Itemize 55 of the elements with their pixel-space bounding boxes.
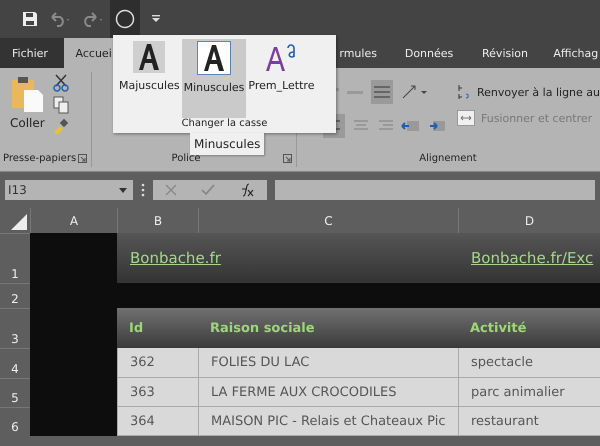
table-cell: LA FERME AUX CROCODILES (198, 378, 458, 407)
name-box[interactable]: I13 (5, 180, 133, 200)
launcher-icon[interactable] (78, 154, 87, 162)
table-header: Id (117, 308, 198, 348)
letter-a-icon (133, 41, 166, 73)
table-cell: 364 (117, 407, 198, 436)
ribbon-tab[interactable]: Révision (470, 38, 542, 68)
copy-icon (52, 96, 69, 114)
table-cell: FOLIES DU LAC (198, 348, 458, 378)
table-header: Raison sociale (198, 308, 458, 348)
table-cell: spectacle (458, 348, 600, 378)
link[interactable]: Bonbache.fr/Exc (471, 249, 594, 267)
table-cell: MAISON PIC - Relais et Chateaux Pic (198, 407, 458, 436)
link[interactable]: Bonbache.fr (130, 249, 221, 267)
launcher-icon[interactable] (283, 154, 292, 162)
corner-triangle-icon (11, 214, 27, 230)
group-label: Police (172, 152, 201, 164)
scissors-icon (52, 74, 69, 92)
clipboard-icon (10, 76, 44, 112)
table-cell: parc animalier (458, 378, 600, 407)
align-bottom-icon (374, 86, 390, 98)
menu-item[interactable]: Prem_Lettre (246, 39, 316, 118)
enter-icon[interactable] (201, 184, 215, 196)
align-bottom-button[interactable] (371, 80, 393, 104)
wrap-text-icon (457, 84, 471, 100)
letter-a-icon (196, 41, 231, 75)
brush-icon (52, 118, 69, 134)
formula-field[interactable] (275, 180, 595, 200)
merge-icon (457, 110, 475, 126)
orientation-icon[interactable] (401, 84, 429, 100)
increase-indent-icon[interactable] (427, 120, 445, 132)
circle-icon (115, 9, 135, 29)
dropdown-icon (151, 14, 161, 24)
tooltip: Minuscules (190, 133, 264, 155)
table-cell: restaurant (458, 407, 600, 436)
group-label: Alignement (419, 152, 477, 164)
ribbon-tab[interactable]: Données (392, 38, 470, 68)
table-cell: 362 (117, 348, 198, 378)
cancel-icon[interactable] (165, 184, 177, 196)
group-label: Presse-papiers (3, 152, 76, 164)
toolbar-button[interactable] (110, 0, 140, 38)
group-label: Changer la casse (182, 118, 268, 131)
menu-item[interactable]: Minuscules (182, 39, 246, 118)
paste-button[interactable]: Coller (10, 72, 45, 149)
table-cell: 363 (117, 378, 198, 407)
menu-item[interactable]: Majuscules (117, 39, 182, 118)
ribbon-tab[interactable]: Affichag (541, 38, 600, 68)
dropdown-icon (119, 188, 127, 192)
table-header: Activité (458, 308, 600, 348)
save-icon (22, 11, 38, 27)
insert-function-icon[interactable] (239, 183, 255, 197)
ribbon-tab[interactable]: Fichier (0, 38, 64, 68)
wrap-text-button[interactable]: Renvoyer à la ligne au (457, 84, 600, 100)
decrease-indent-icon[interactable] (401, 120, 419, 132)
more-icon[interactable] (141, 183, 145, 197)
